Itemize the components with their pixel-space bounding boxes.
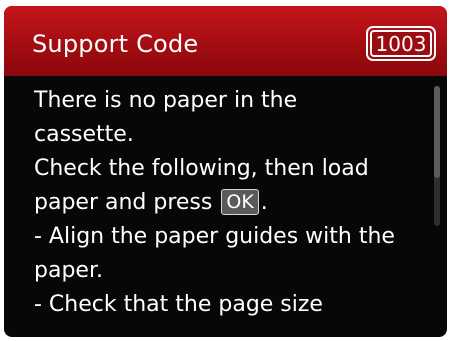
message-line: There is no paper in the — [34, 88, 298, 113]
header-bar: Support Code 1003 — [4, 6, 447, 76]
scrollbar-thumb[interactable] — [434, 86, 440, 178]
message-line: Check the following, then load — [34, 156, 369, 181]
message-line-period: . — [260, 190, 268, 215]
header-title: Support Code — [32, 30, 199, 58]
message-line-text: paper and press — [34, 190, 213, 215]
message-line: cassette. — [34, 122, 134, 147]
support-code-badge: 1003 — [366, 26, 436, 61]
scrollbar[interactable] — [434, 86, 440, 226]
ok-button-icon: OK — [221, 189, 259, 215]
message-line-with-key: paper and press OK. — [34, 186, 434, 220]
message-text: There is no paper in the cassette. Check… — [34, 84, 434, 322]
message-line: paper. — [34, 258, 103, 283]
message-line: - Check that the page size — [34, 292, 323, 317]
support-code-value: 1003 — [370, 30, 432, 57]
error-screen: Support Code 1003 There is no paper in t… — [4, 6, 447, 337]
message-line: - Align the paper guides with the — [34, 224, 395, 249]
